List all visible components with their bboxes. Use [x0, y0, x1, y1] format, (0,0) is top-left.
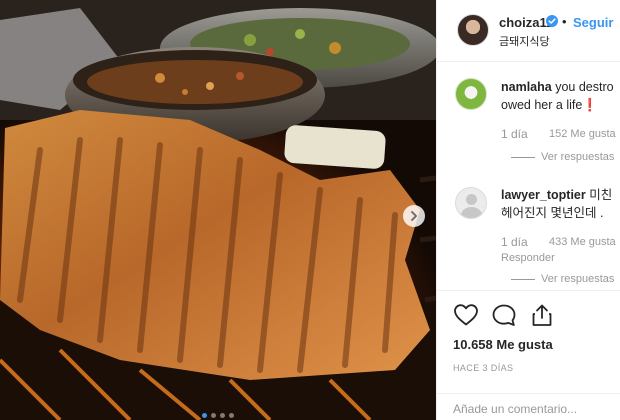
post-header: choiza11 • Seguir 금돼지식당: [437, 0, 620, 62]
author-avatar[interactable]: [457, 14, 489, 46]
carousel-dot: [202, 413, 207, 418]
commenter-username[interactable]: namlaha: [501, 80, 552, 94]
comment-age: 1 día: [501, 235, 528, 249]
post-actions: 10.658 Me gusta HACE 3 DÍAS Añade un com…: [437, 290, 620, 420]
comment-age: 1 día: [501, 127, 528, 141]
comment-body-continued: owed her a life❗: [501, 98, 598, 112]
likes-count[interactable]: 10.658 Me gusta: [453, 337, 553, 352]
follow-button[interactable]: Seguir: [573, 15, 613, 30]
carousel-indicator: [0, 413, 436, 418]
view-replies-button[interactable]: Ver respuestas: [510, 273, 614, 285]
separator: •: [562, 14, 567, 29]
comment-body: 미친: [589, 188, 613, 202]
carousel-dot: [220, 413, 225, 418]
grilled-meat-image: [0, 0, 436, 420]
commenter-avatar[interactable]: [455, 78, 487, 110]
post-timestamp: HACE 3 DÍAS: [453, 363, 514, 373]
verified-badge-icon: [546, 15, 558, 27]
commenter-username[interactable]: lawyer_toptier: [501, 188, 586, 202]
post-location[interactable]: 금돼지식당: [499, 33, 550, 49]
comment-text: lawyer_toptier 미친: [501, 186, 612, 205]
comment-body: you destro: [555, 80, 614, 94]
comment-text: namlaha you destro: [501, 78, 614, 97]
comment-body-continued: 헤어진지 몇년인데 .: [501, 206, 604, 220]
chevron-right-icon: [411, 211, 417, 221]
comment-likes[interactable]: 152 Me gusta: [549, 128, 616, 140]
commenter-avatar[interactable]: [455, 187, 487, 219]
comment-bubble-icon[interactable]: [491, 303, 517, 327]
carousel-dot: [211, 413, 216, 418]
comment-likes[interactable]: 433 Me gusta: [549, 236, 616, 248]
post-photo[interactable]: [0, 0, 436, 420]
carousel-dot: [229, 413, 234, 418]
share-icon[interactable]: [529, 303, 555, 327]
add-comment-input[interactable]: Añade un comentario...: [437, 393, 620, 420]
comment-meta: 1 día 152 Me gusta: [501, 127, 616, 141]
comment-meta: 1 día 433 Me gusta: [501, 235, 616, 249]
post-side-panel: choiza11 • Seguir 금돼지식당 namlaha you dest…: [436, 0, 620, 420]
view-replies-button[interactable]: Ver respuestas: [510, 151, 614, 163]
heart-icon[interactable]: [453, 303, 479, 327]
reply-button[interactable]: Responder: [501, 252, 555, 264]
next-photo-button[interactable]: [403, 205, 425, 227]
